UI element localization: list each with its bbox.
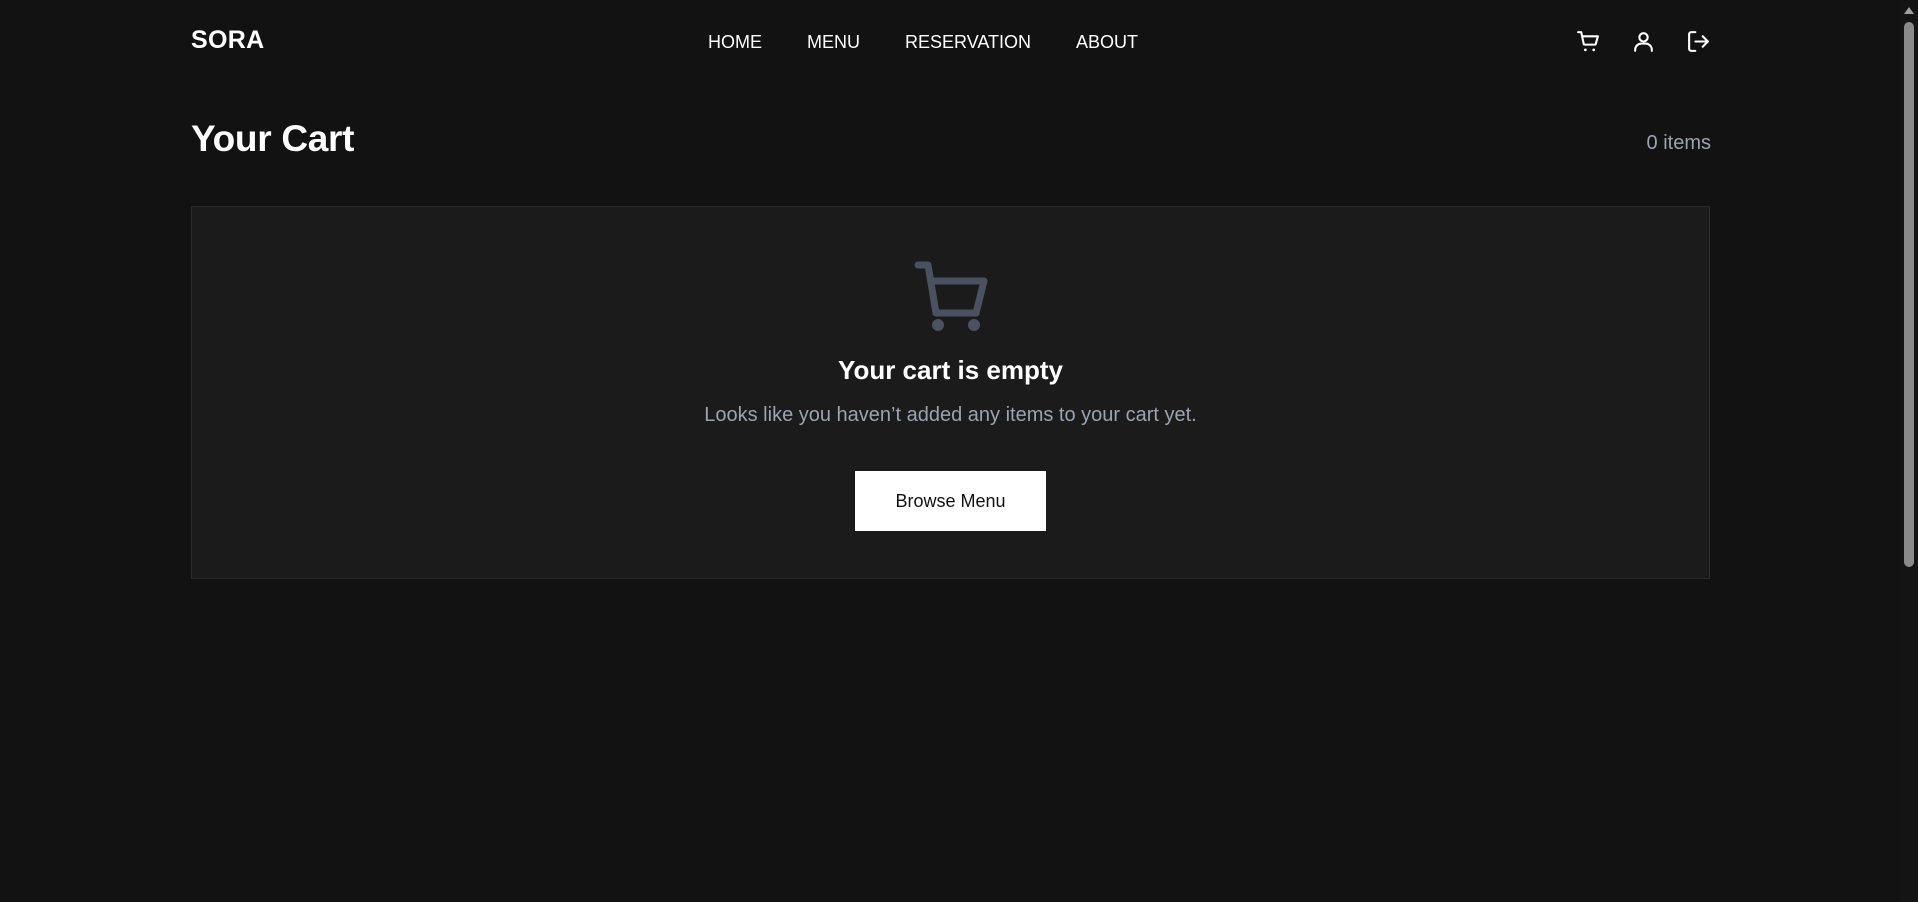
- page: SORA HOME MENU RESERVATION ABOUT Your Ca…: [0, 0, 1900, 902]
- nav-link-menu[interactable]: MENU: [807, 32, 860, 53]
- cart-item-count: 0 items: [1646, 132, 1711, 154]
- nav-link-home[interactable]: HOME: [708, 32, 762, 53]
- vertical-scrollbar[interactable]: [1900, 0, 1918, 902]
- empty-cart-description: Looks like you haven’t added any items t…: [704, 404, 1197, 426]
- scroll-up-arrow-icon[interactable]: [1904, 7, 1914, 14]
- nav-icons: [1576, 29, 1711, 54]
- logo[interactable]: SORA: [191, 26, 264, 55]
- logout-icon[interactable]: [1686, 29, 1711, 54]
- navbar: SORA HOME MENU RESERVATION ABOUT: [191, 0, 1711, 83]
- user-icon[interactable]: [1631, 29, 1656, 54]
- cart-header: Your Cart 0 items: [191, 118, 1711, 168]
- nav-links: HOME MENU RESERVATION ABOUT: [708, 32, 1138, 53]
- browse-menu-button[interactable]: Browse Menu: [855, 471, 1046, 531]
- empty-cart-icon: [914, 259, 994, 335]
- empty-cart-panel: Your cart is empty Looks like you haven’…: [191, 206, 1710, 579]
- nav-link-about[interactable]: ABOUT: [1076, 32, 1138, 53]
- scroll-thumb[interactable]: [1904, 22, 1914, 567]
- nav-link-reservation[interactable]: RESERVATION: [905, 32, 1031, 53]
- page-title: Your Cart: [191, 118, 355, 159]
- cart-icon[interactable]: [1576, 29, 1601, 54]
- empty-cart-title: Your cart is empty: [838, 355, 1063, 385]
